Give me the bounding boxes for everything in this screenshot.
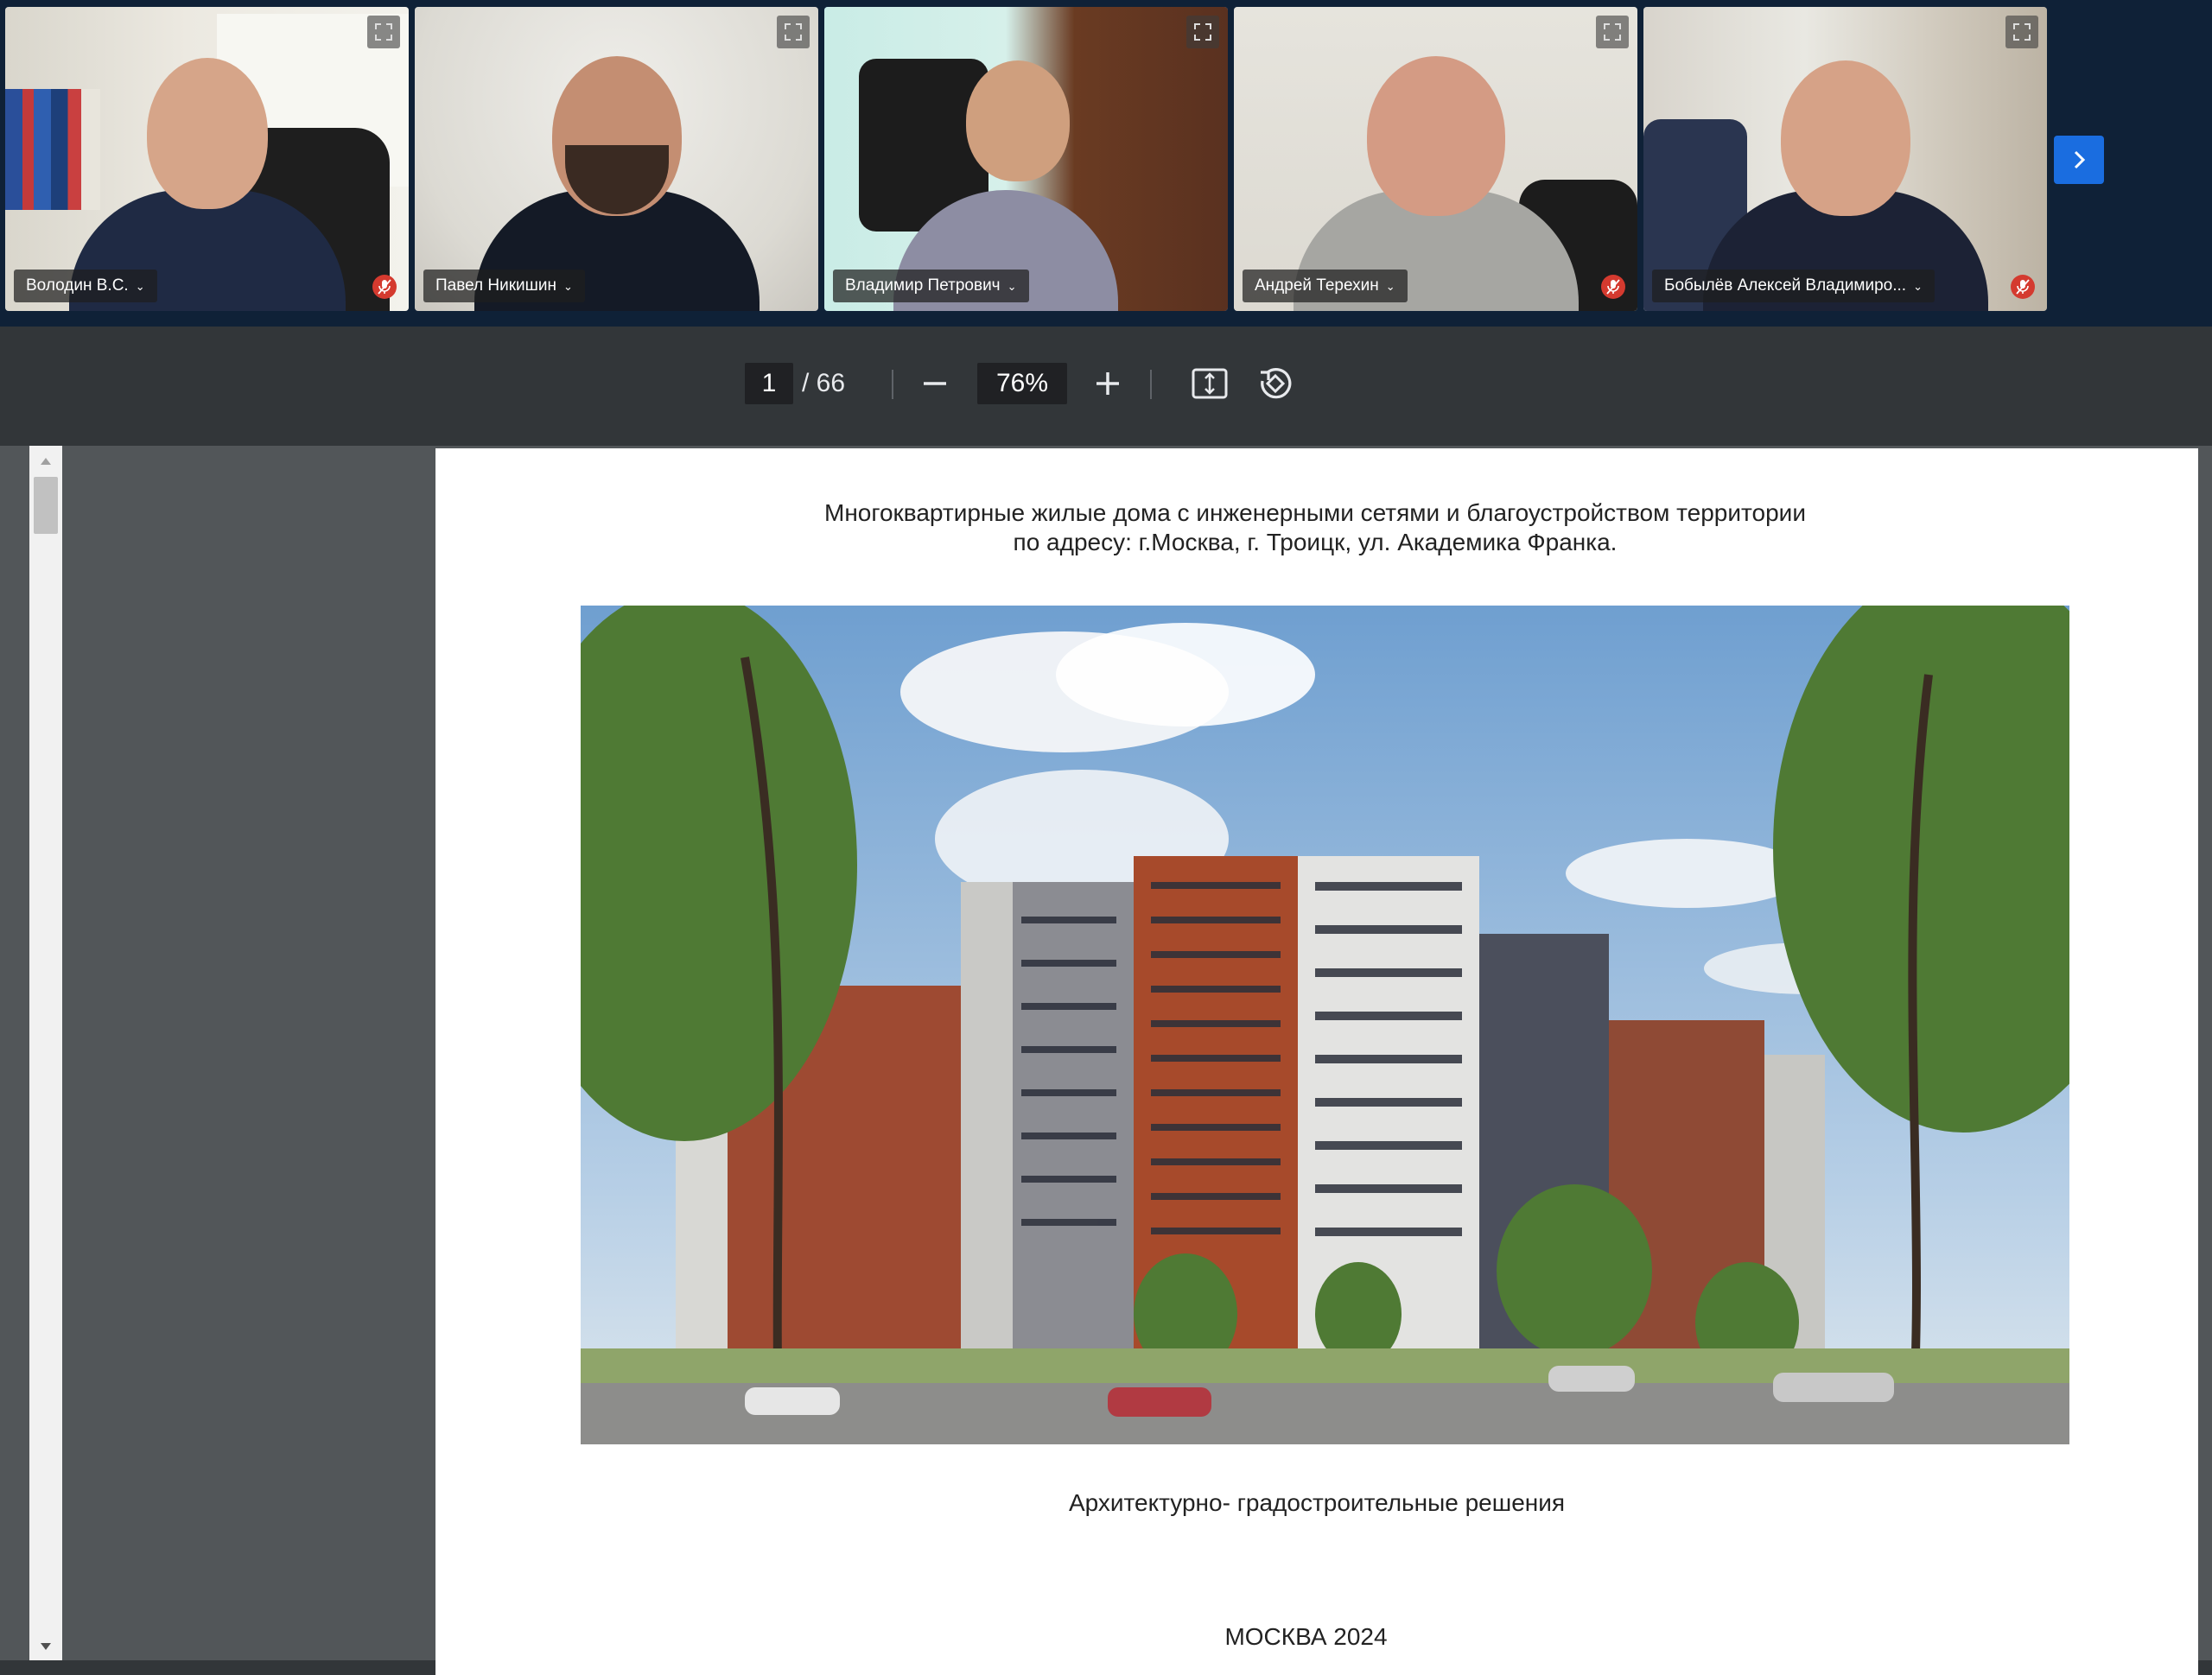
chevron-down-icon: ⌄ [563, 280, 573, 293]
scroll-up-button[interactable] [29, 451, 62, 472]
rotate-button[interactable] [1253, 361, 1298, 406]
expand-icon [375, 23, 392, 41]
chevron-down-icon: ⌄ [1007, 280, 1017, 293]
title-line-1: Многоквартирные жилые дома с инженерными… [824, 499, 1806, 526]
participant-name[interactable]: Андрей Терехин ⌄ [1243, 270, 1408, 302]
document-city-year: МОСКВА 2024 [1224, 1623, 1388, 1650]
triangle-up-icon [41, 458, 51, 465]
scroll-down-button[interactable] [29, 1636, 62, 1657]
video-tile-4[interactable]: Андрей Терехин ⌄ [1234, 7, 1637, 311]
fit-page-icon [1192, 368, 1228, 399]
video-tile-5[interactable]: Бобылёв Алексей Владимиро... ⌄ [1643, 7, 2047, 311]
expand-icon [1194, 23, 1211, 41]
mic-off-icon [1601, 275, 1625, 299]
triangle-down-icon [41, 1643, 51, 1650]
participant-name[interactable]: Володин В.С. ⌄ [14, 270, 157, 302]
person-head [1780, 60, 1910, 216]
expand-icon [2013, 23, 2031, 41]
page-number-input[interactable]: 1 [745, 363, 793, 404]
participant-name[interactable]: Бобылёв Алексей Владимиро... ⌄ [1652, 270, 1935, 302]
participant-name[interactable]: Павел Никишин ⌄ [423, 270, 585, 302]
toolbar-divider [892, 370, 893, 399]
page-total: / 66 [802, 369, 846, 397]
toolbar-divider [1150, 370, 1152, 399]
plus-icon [1096, 372, 1119, 395]
video-tile-3[interactable]: Владимир Петрович ⌄ [824, 7, 1228, 311]
person-head [146, 58, 268, 209]
expand-button[interactable] [777, 16, 810, 48]
document-caption: Архитектурно- градостроительные решения [1068, 1489, 1566, 1516]
rotate-icon [1261, 368, 1292, 399]
person-head [966, 60, 1071, 181]
pdf-toolbar: 1 / 66 76% [0, 327, 2212, 446]
zoom-in-button[interactable] [1085, 361, 1130, 406]
zoom-out-button[interactable] [912, 361, 957, 406]
minus-icon [924, 382, 946, 385]
chevron-down-icon: ⌄ [1913, 280, 1923, 293]
mic-off-icon [372, 275, 397, 299]
title-line-2: по адресу: г.Москва, г. Троицк, ул. Акад… [1013, 529, 1618, 555]
building-render-image [581, 606, 2069, 1444]
mic-off-icon [2011, 275, 2035, 299]
pdf-viewer[interactable]: Многоквартирные жилые дома с инженерными… [0, 446, 2212, 1675]
scrollbar-thumb[interactable] [34, 477, 58, 534]
fit-page-button[interactable] [1187, 361, 1232, 406]
person-head [1366, 56, 1505, 216]
chevron-right-icon [2074, 150, 2086, 169]
pdf-page: Многоквартирные жилые дома с инженерными… [435, 448, 2198, 1675]
expand-button[interactable] [1596, 16, 1629, 48]
zoom-input[interactable]: 76% [977, 363, 1067, 404]
chevron-down-icon: ⌄ [1385, 280, 1395, 293]
video-strip: Володин В.С. ⌄ Павел Никишин ⌄ Владимир Пе… [0, 0, 2212, 327]
video-tile-2[interactable]: Павел Никишин ⌄ [415, 7, 818, 311]
participant-name[interactable]: Владимир Петрович ⌄ [833, 270, 1029, 302]
next-participants-button[interactable] [2054, 136, 2104, 184]
expand-button[interactable] [1186, 16, 1219, 48]
binders [5, 89, 100, 210]
expand-button[interactable] [2005, 16, 2038, 48]
render-illustration [581, 606, 2069, 1444]
expand-icon [785, 23, 802, 41]
chevron-down-icon: ⌄ [135, 280, 145, 293]
document-title: Многоквартирные жилые дома с инженерными… [435, 498, 2198, 557]
vertical-scrollbar[interactable] [29, 446, 62, 1660]
expand-button[interactable] [367, 16, 400, 48]
expand-icon [1604, 23, 1621, 41]
video-tile-1[interactable]: Володин В.С. ⌄ [5, 7, 409, 311]
